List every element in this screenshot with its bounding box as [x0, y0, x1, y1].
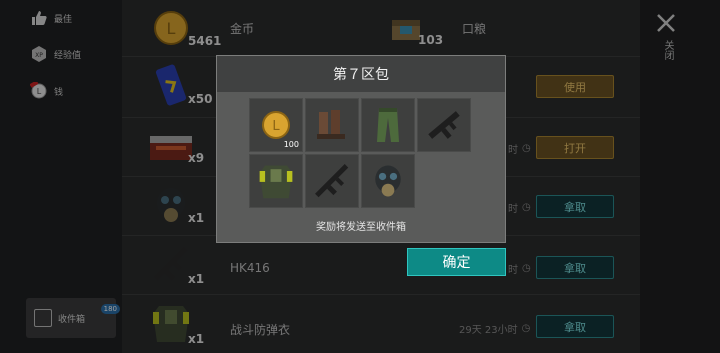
- modal-title: 第７区包: [217, 56, 505, 92]
- reward-slot: [361, 98, 415, 152]
- body-armor-icon: [259, 165, 293, 199]
- reward-modal: 第７区包 L 100 奖励将发送至收件箱: [216, 55, 506, 243]
- modal-note: 奖励将发送至收件箱: [316, 222, 406, 233]
- boots-icon: [317, 110, 345, 139]
- reward-slot: [305, 154, 359, 208]
- confirm-button[interactable]: 确定: [407, 248, 506, 276]
- gold-coin-icon: L: [262, 111, 290, 139]
- smg-icon: [428, 111, 460, 139]
- gas-mask-icon: [375, 165, 401, 197]
- reward-slot: [361, 154, 415, 208]
- svg-text:L: L: [272, 119, 280, 134]
- slot-count: 100: [283, 140, 299, 149]
- assault-rifle-icon: [315, 164, 349, 198]
- reward-slot: [305, 98, 359, 152]
- reward-slot: L 100: [249, 98, 303, 152]
- reward-slot: [417, 98, 471, 152]
- pants-icon: [377, 108, 399, 142]
- reward-slot: [249, 154, 303, 208]
